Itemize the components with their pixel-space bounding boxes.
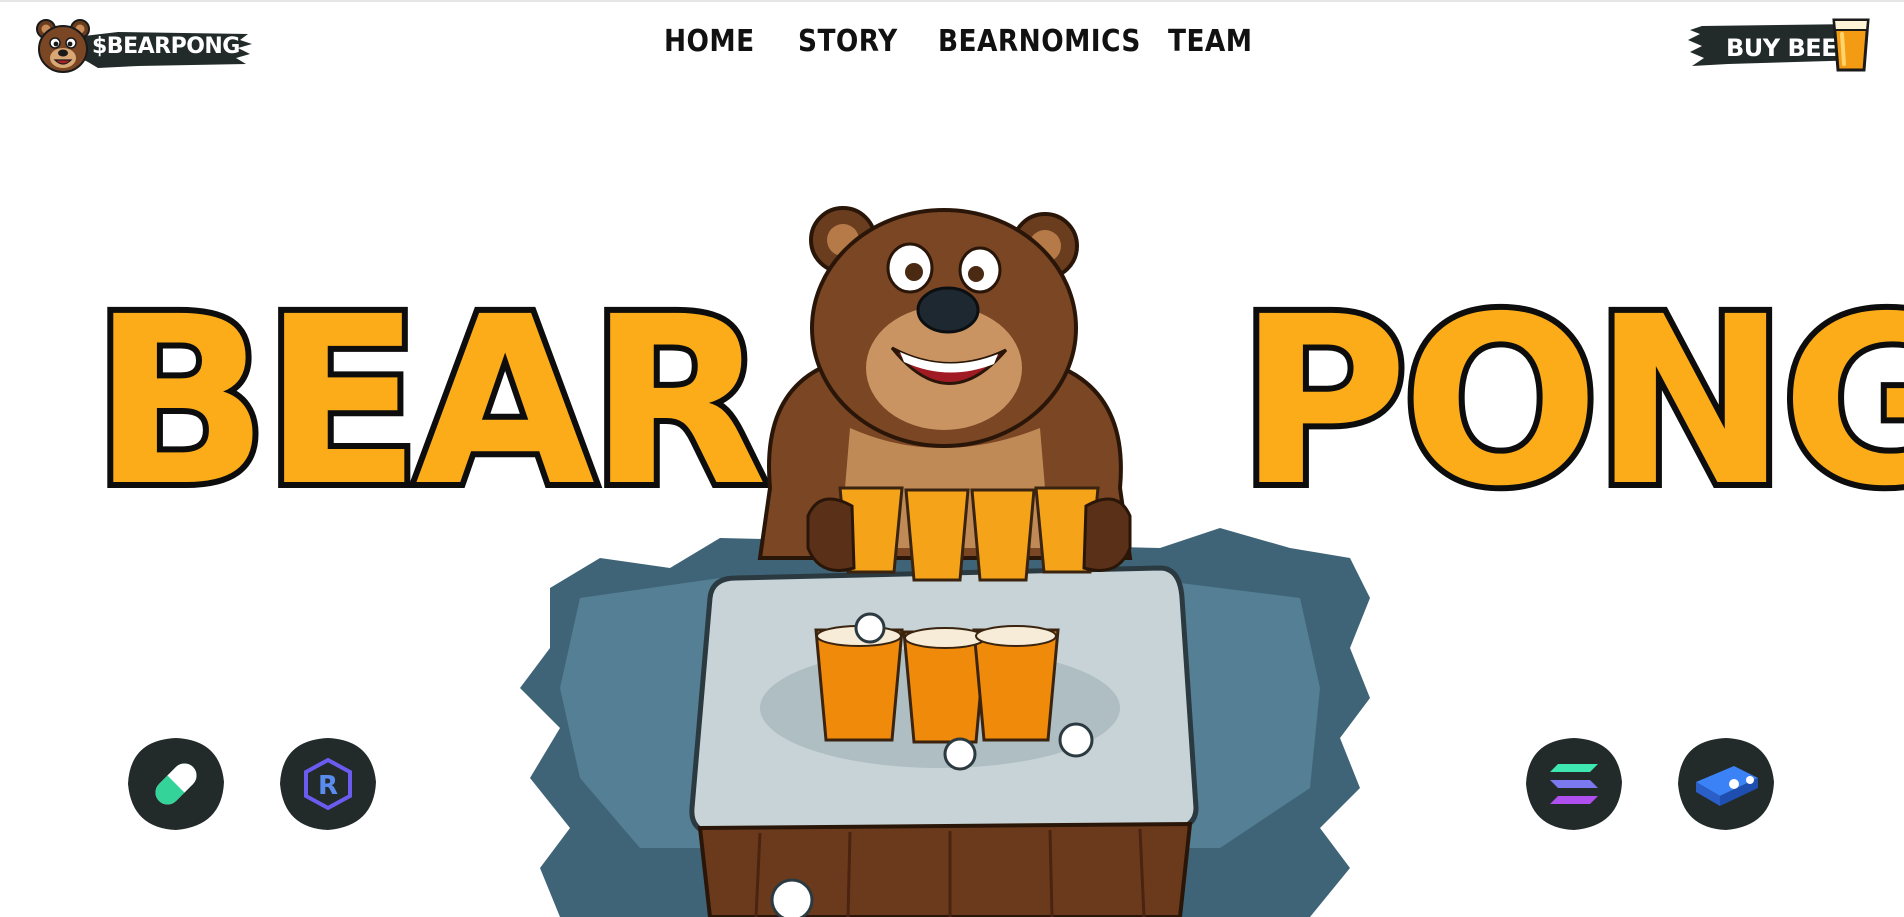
nav-team[interactable]: TEAM bbox=[1168, 24, 1253, 59]
nav-home[interactable]: HOME bbox=[664, 24, 755, 59]
pill-icon bbox=[128, 738, 224, 830]
raydium-icon: R bbox=[280, 738, 376, 830]
beer-cup-icon bbox=[1832, 18, 1870, 72]
top-border bbox=[0, 0, 1904, 2]
nav-bearnomics[interactable]: BEARNOMICS bbox=[938, 24, 1141, 59]
bear-pong-illustration bbox=[520, 206, 1370, 917]
social-pill-button[interactable] bbox=[124, 734, 228, 834]
social-dexscreener-button[interactable] bbox=[1674, 734, 1778, 834]
buy-beer-button[interactable]: BUY BEER bbox=[1688, 12, 1892, 74]
nav-story[interactable]: STORY bbox=[798, 24, 898, 59]
social-raydium-button[interactable]: R bbox=[276, 734, 380, 834]
solana-icon bbox=[1526, 738, 1622, 830]
dexscreener-icon bbox=[1678, 738, 1774, 830]
social-solana-button[interactable] bbox=[1522, 734, 1626, 834]
main-nav: HOME STORY BEARNOMICS TEAM bbox=[0, 20, 1904, 64]
svg-text:R: R bbox=[318, 771, 338, 801]
